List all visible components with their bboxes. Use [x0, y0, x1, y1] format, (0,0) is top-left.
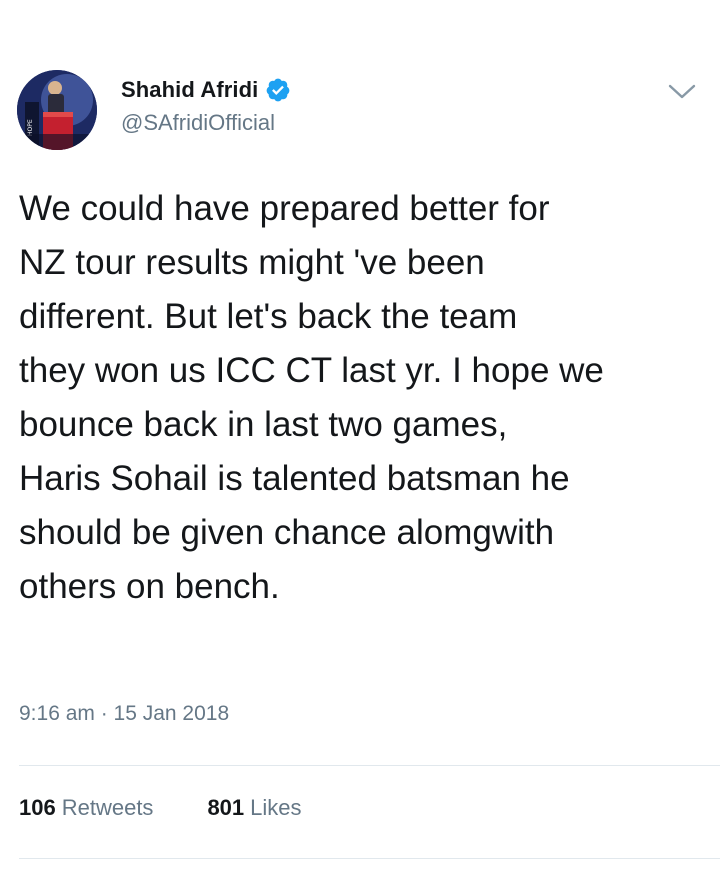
- avatar-text: HOPE: [27, 119, 34, 136]
- user-handle[interactable]: @SAfridiOfficial: [121, 110, 275, 136]
- chevron-down-icon[interactable]: [667, 80, 697, 102]
- tweet-text: We could have prepared better for NZ tou…: [19, 182, 709, 614]
- retweets-stat[interactable]: 106 Retweets: [19, 795, 153, 821]
- verified-badge-icon: [265, 77, 291, 103]
- tweet-text-line: bounce back in last two games,: [19, 405, 508, 444]
- tweet-stats: 106 Retweets 801 Likes: [19, 795, 302, 821]
- avatar-photo-icon: HOPE: [17, 70, 97, 150]
- tweet-text-line: others on bench.: [19, 567, 280, 606]
- avatar[interactable]: HOPE: [17, 70, 97, 150]
- retweets-count: 106: [19, 795, 56, 820]
- retweets-label: Retweets: [61, 795, 154, 820]
- tweet-text-line: NZ tour results might 've been: [19, 243, 485, 282]
- tweet-timestamp[interactable]: 9:16 am · 15 Jan 2018: [19, 702, 229, 726]
- tweet-card: HOPE Shahid Afridi @SAfridiOfficial We c…: [0, 0, 720, 875]
- display-name[interactable]: Shahid Afridi: [121, 77, 258, 103]
- likes-stat[interactable]: 801 Likes: [207, 795, 301, 821]
- tweet-text-line: different. But let's back the team: [19, 297, 518, 336]
- tweet-text-line: We could have prepared better for: [19, 189, 550, 228]
- divider: [19, 765, 720, 766]
- tweet-text-line: should be given chance alomgwith: [19, 513, 555, 552]
- likes-count: 801: [207, 795, 245, 820]
- tweet-text-line: they won us ICC CT last yr. I hope we: [19, 351, 604, 390]
- divider: [19, 858, 720, 859]
- author-name-row[interactable]: Shahid Afridi: [121, 74, 291, 106]
- likes-label: Likes: [250, 795, 302, 820]
- tweet-text-line: Haris Sohail is talented batsman he: [19, 459, 570, 498]
